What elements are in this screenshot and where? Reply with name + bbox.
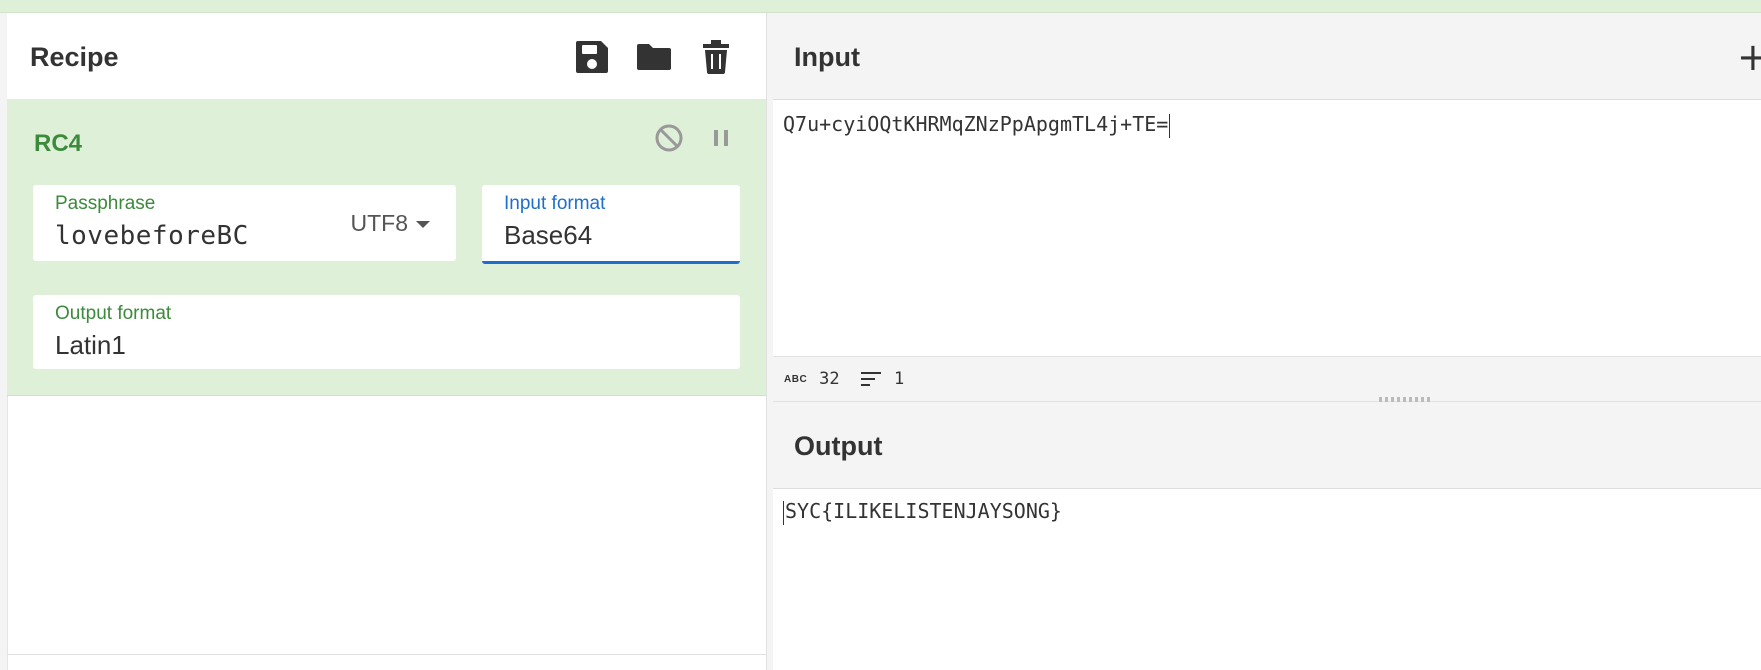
passphrase-field[interactable]: Passphrase lovebeforeBC UTF8 [33, 185, 456, 261]
input-text: Q7u+cyiOQtKHRMqZNzPpApgmTL4j+TE= [783, 112, 1169, 136]
text-cursor [1169, 113, 1171, 138]
encoding-value: UTF8 [350, 210, 409, 236]
operation-controls [652, 121, 738, 155]
lines-value: 1 [894, 369, 905, 389]
input-title: Input [794, 42, 860, 72]
output-header: Output [773, 402, 1761, 489]
recipe-pane: Recipe RC4 Passphrase lovebeforeBC UTF8 … [0, 13, 767, 670]
save-icon[interactable] [572, 37, 612, 77]
operation-name: RC4 [34, 130, 83, 157]
add-tab-icon[interactable]: + [1737, 35, 1761, 79]
recipe-header: Recipe [7, 13, 766, 100]
recipe-title: Recipe [30, 42, 119, 72]
input-format-field[interactable]: Input format Base64 [482, 185, 740, 264]
abc-icon: ABC [784, 373, 808, 385]
operation-rc4: RC4 Passphrase lovebeforeBC UTF8 Input f… [7, 99, 766, 396]
recipe-toolbar [572, 37, 736, 77]
lines-icon [861, 372, 881, 386]
input-statusbar: ABC 32 1 [773, 356, 1761, 402]
text-cursor [783, 500, 784, 525]
passphrase-encoding-dropdown[interactable]: UTF8 [350, 210, 430, 237]
input-textarea[interactable]: Q7u+cyiOQtKHRMqZNzPpApgmTL4j+TE= [783, 112, 1171, 138]
output-textarea[interactable]: SYC{ILIKELISTENJAYSONG} [783, 499, 1062, 525]
input-format-label: Input format [504, 193, 606, 214]
top-banner [0, 0, 1761, 13]
recipe-divider [7, 654, 766, 655]
input-format-value[interactable]: Base64 [504, 220, 592, 251]
trash-icon[interactable] [696, 37, 736, 77]
passphrase-input[interactable]: lovebeforeBC [55, 221, 249, 251]
io-pane: Input + Q7u+cyiOQtKHRMqZNzPpApgmTL4j+TE=… [773, 13, 1761, 670]
folder-icon[interactable] [634, 37, 674, 77]
output-title: Output [794, 431, 883, 461]
output-format-value[interactable]: Latin1 [55, 330, 126, 361]
disable-icon[interactable] [652, 121, 686, 155]
output-format-field[interactable]: Output format Latin1 [33, 295, 740, 369]
length-indicator: ABC 32 [784, 369, 840, 389]
input-header: Input + [773, 13, 1761, 100]
lines-indicator: 1 [860, 369, 904, 389]
output-text: SYC{ILIKELISTENJAYSONG} [785, 499, 1062, 523]
pause-icon[interactable] [704, 121, 738, 155]
output-format-label: Output format [55, 303, 172, 324]
length-value: 32 [819, 369, 840, 389]
passphrase-label: Passphrase [55, 193, 156, 214]
caret-down-icon [416, 221, 430, 229]
